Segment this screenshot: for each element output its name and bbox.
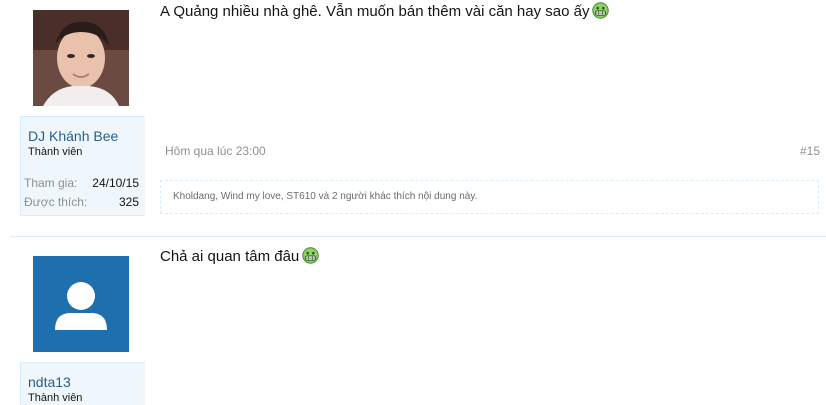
likes-summary: Kholdang, Wind my love, ST610 và 2 người… — [160, 180, 819, 214]
username-link[interactable]: ndta13 — [28, 374, 71, 390]
likes-summary-text[interactable]: Kholdang, Wind my love, ST610 và 2 người… — [173, 191, 477, 202]
joined-value: 24/10/15 — [92, 176, 139, 190]
default-avatar-icon — [33, 256, 129, 352]
joined-label: Tham gia: — [24, 176, 78, 190]
message-content: Chả ai quan tâm đâu — [160, 247, 319, 265]
user-title: Thành viên — [28, 392, 83, 404]
message-post: ndta13 Thành viên Chả ai quan tâm đâu — [0, 236, 826, 405]
likes-received-label: Được thích: — [24, 195, 88, 209]
user-avatar[interactable] — [33, 256, 129, 352]
username-link[interactable]: DJ Khánh Bee — [28, 128, 118, 144]
grin-emoji-icon — [302, 247, 319, 264]
user-info-panel: ndta13 Thành viên — [20, 362, 145, 405]
user-avatar[interactable] — [33, 10, 129, 106]
post-separator — [10, 236, 826, 237]
likes-received-value[interactable]: 325 — [119, 195, 139, 209]
post-number-link[interactable]: #15 — [800, 144, 820, 158]
grin-emoji-icon — [592, 2, 610, 19]
post-date-link[interactable]: Hôm qua lúc 23:00 — [165, 144, 266, 158]
message-text: Chả ai quan tâm đâu — [160, 248, 300, 265]
user-title: Thành viên — [28, 146, 83, 158]
avatar-photo — [33, 10, 129, 106]
message-content: A Quảng nhiều nhà ghê. Vẫn muốn bán thêm… — [160, 2, 610, 20]
user-info-panel: DJ Khánh Bee Thành viên Tham gia: 24/10/… — [20, 116, 145, 216]
message-post: DJ Khánh Bee Thành viên Tham gia: 24/10/… — [0, 0, 826, 236]
message-text: A Quảng nhiều nhà ghê. Vẫn muốn bán thêm… — [160, 3, 590, 20]
